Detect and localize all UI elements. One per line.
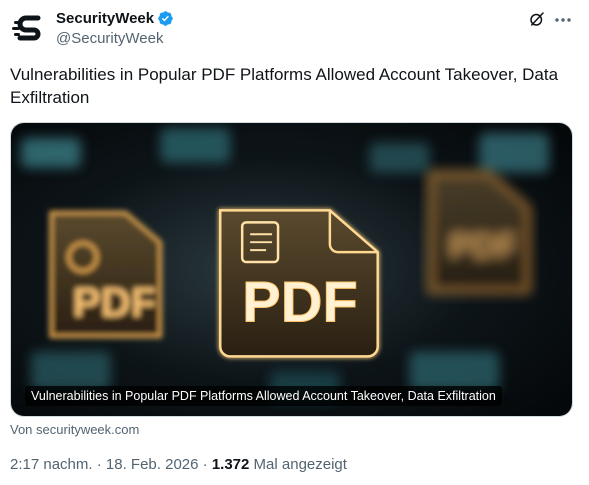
tweet-date[interactable]: 18. Feb. 2026 [106, 456, 199, 473]
svg-text:PDF: PDF [449, 227, 517, 265]
author-names: SecurityWeek @SecurityWeek [56, 9, 174, 47]
handle[interactable]: @SecurityWeek [56, 30, 174, 47]
tweet-header: SecurityWeek @SecurityWeek [10, 8, 580, 48]
views-label: Mal angezeigt [253, 456, 347, 473]
grok-icon[interactable] [528, 10, 546, 28]
meta-separator: · [96, 456, 102, 473]
tweet-meta: 2:17 nachm. · 18. Feb. 2026 · 1.372 Mal … [10, 456, 347, 473]
tweet-text: Vulnerabilities in Popular PDF Platforms… [10, 65, 559, 107]
link-source[interactable]: Von securityweek.com [10, 422, 139, 437]
link-card-caption: Vulnerabilities in Popular PDF Platforms… [25, 386, 502, 406]
pdf-image-label: PDF [242, 271, 358, 335]
link-card[interactable]: PDF PDF PDF Vulnerabilities in Popular P… [10, 122, 573, 417]
article-image: PDF PDF PDF [11, 123, 572, 416]
svg-text:PDF: PDF [73, 279, 157, 326]
display-name[interactable]: SecurityWeek [56, 10, 154, 27]
tweet-time[interactable]: 2:17 nachm. [10, 456, 93, 473]
more-horizontal-icon[interactable] [554, 13, 572, 27]
meta-separator: · [202, 456, 208, 473]
verified-badge-icon[interactable] [157, 10, 174, 27]
avatar[interactable] [10, 8, 50, 48]
securityweek-logo-icon [10, 8, 50, 48]
display-name-row: SecurityWeek [56, 9, 174, 27]
views-count[interactable]: 1.372 [212, 456, 250, 473]
